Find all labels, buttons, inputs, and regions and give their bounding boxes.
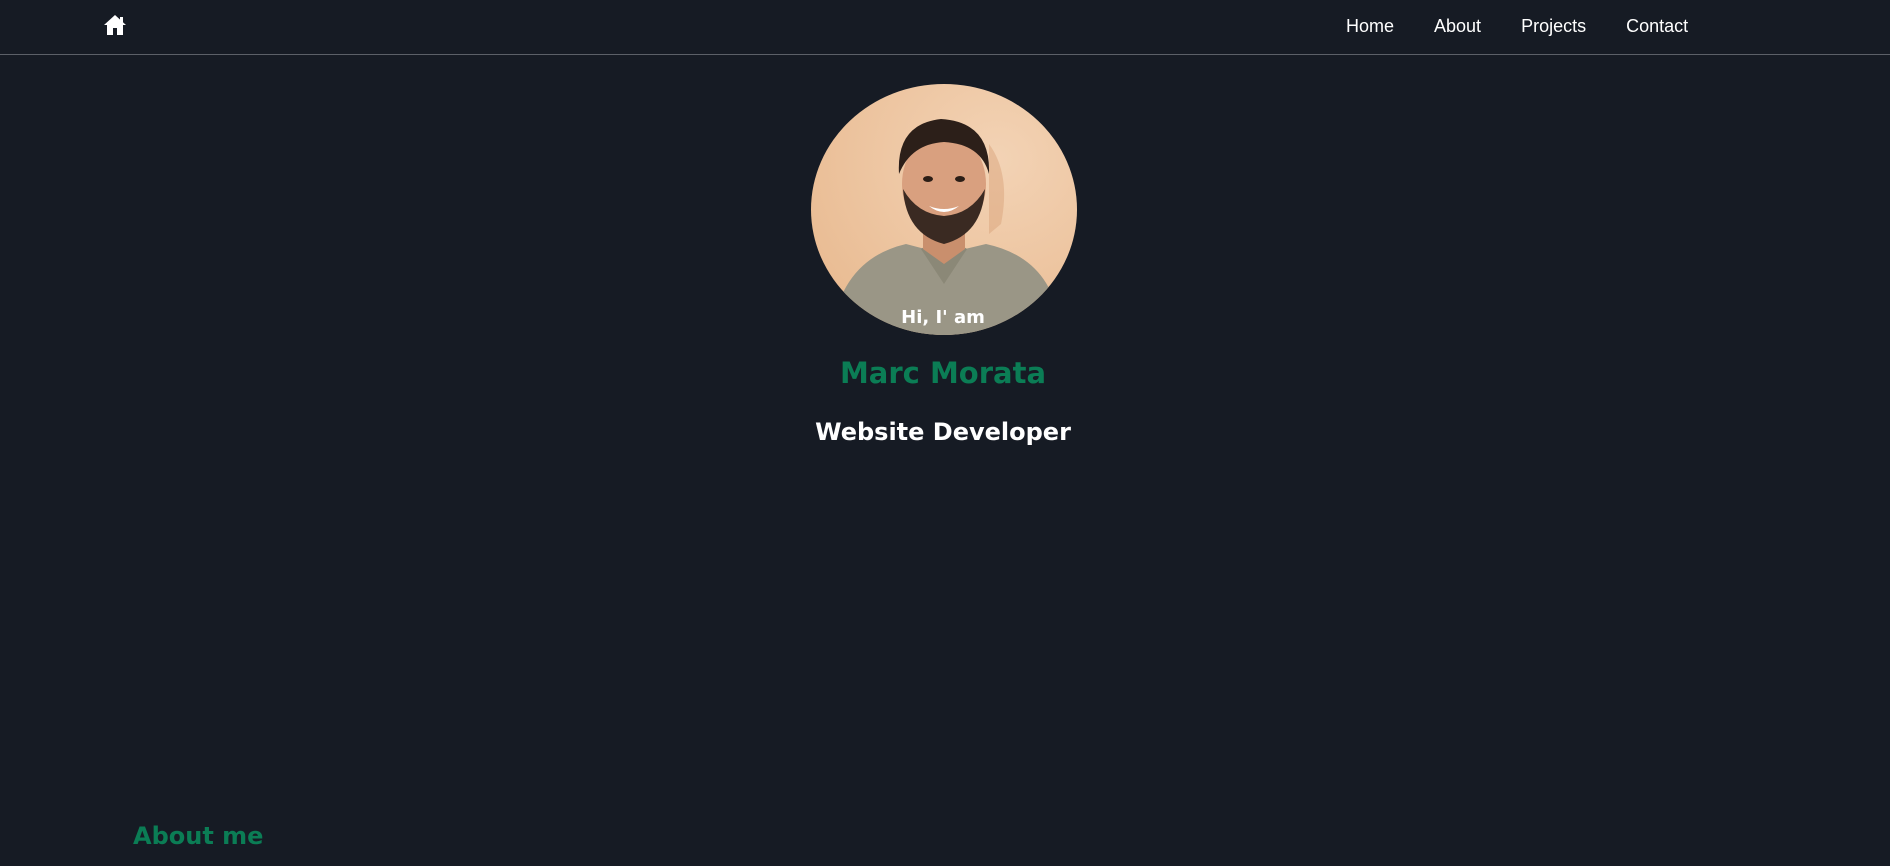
hero-name: Marc Morata [839,356,1047,390]
nav-link-home[interactable]: Home [1346,15,1394,37]
nav-link-projects[interactable]: Projects [1521,15,1586,37]
hero-greeting: Hi, I' am [901,307,985,328]
hero-role: Website Developer [815,418,1071,446]
nav-link-contact[interactable]: Contact [1626,15,1688,37]
home-icon-link[interactable] [103,14,127,36]
nav-links: Home About Projects Contact [1346,15,1688,37]
home-icon [104,15,126,35]
about-heading: About me [133,822,264,850]
top-navbar: Home About Projects Contact [0,0,1890,55]
nav-link-about[interactable]: About [1434,15,1481,37]
profile-photo [811,84,1077,335]
